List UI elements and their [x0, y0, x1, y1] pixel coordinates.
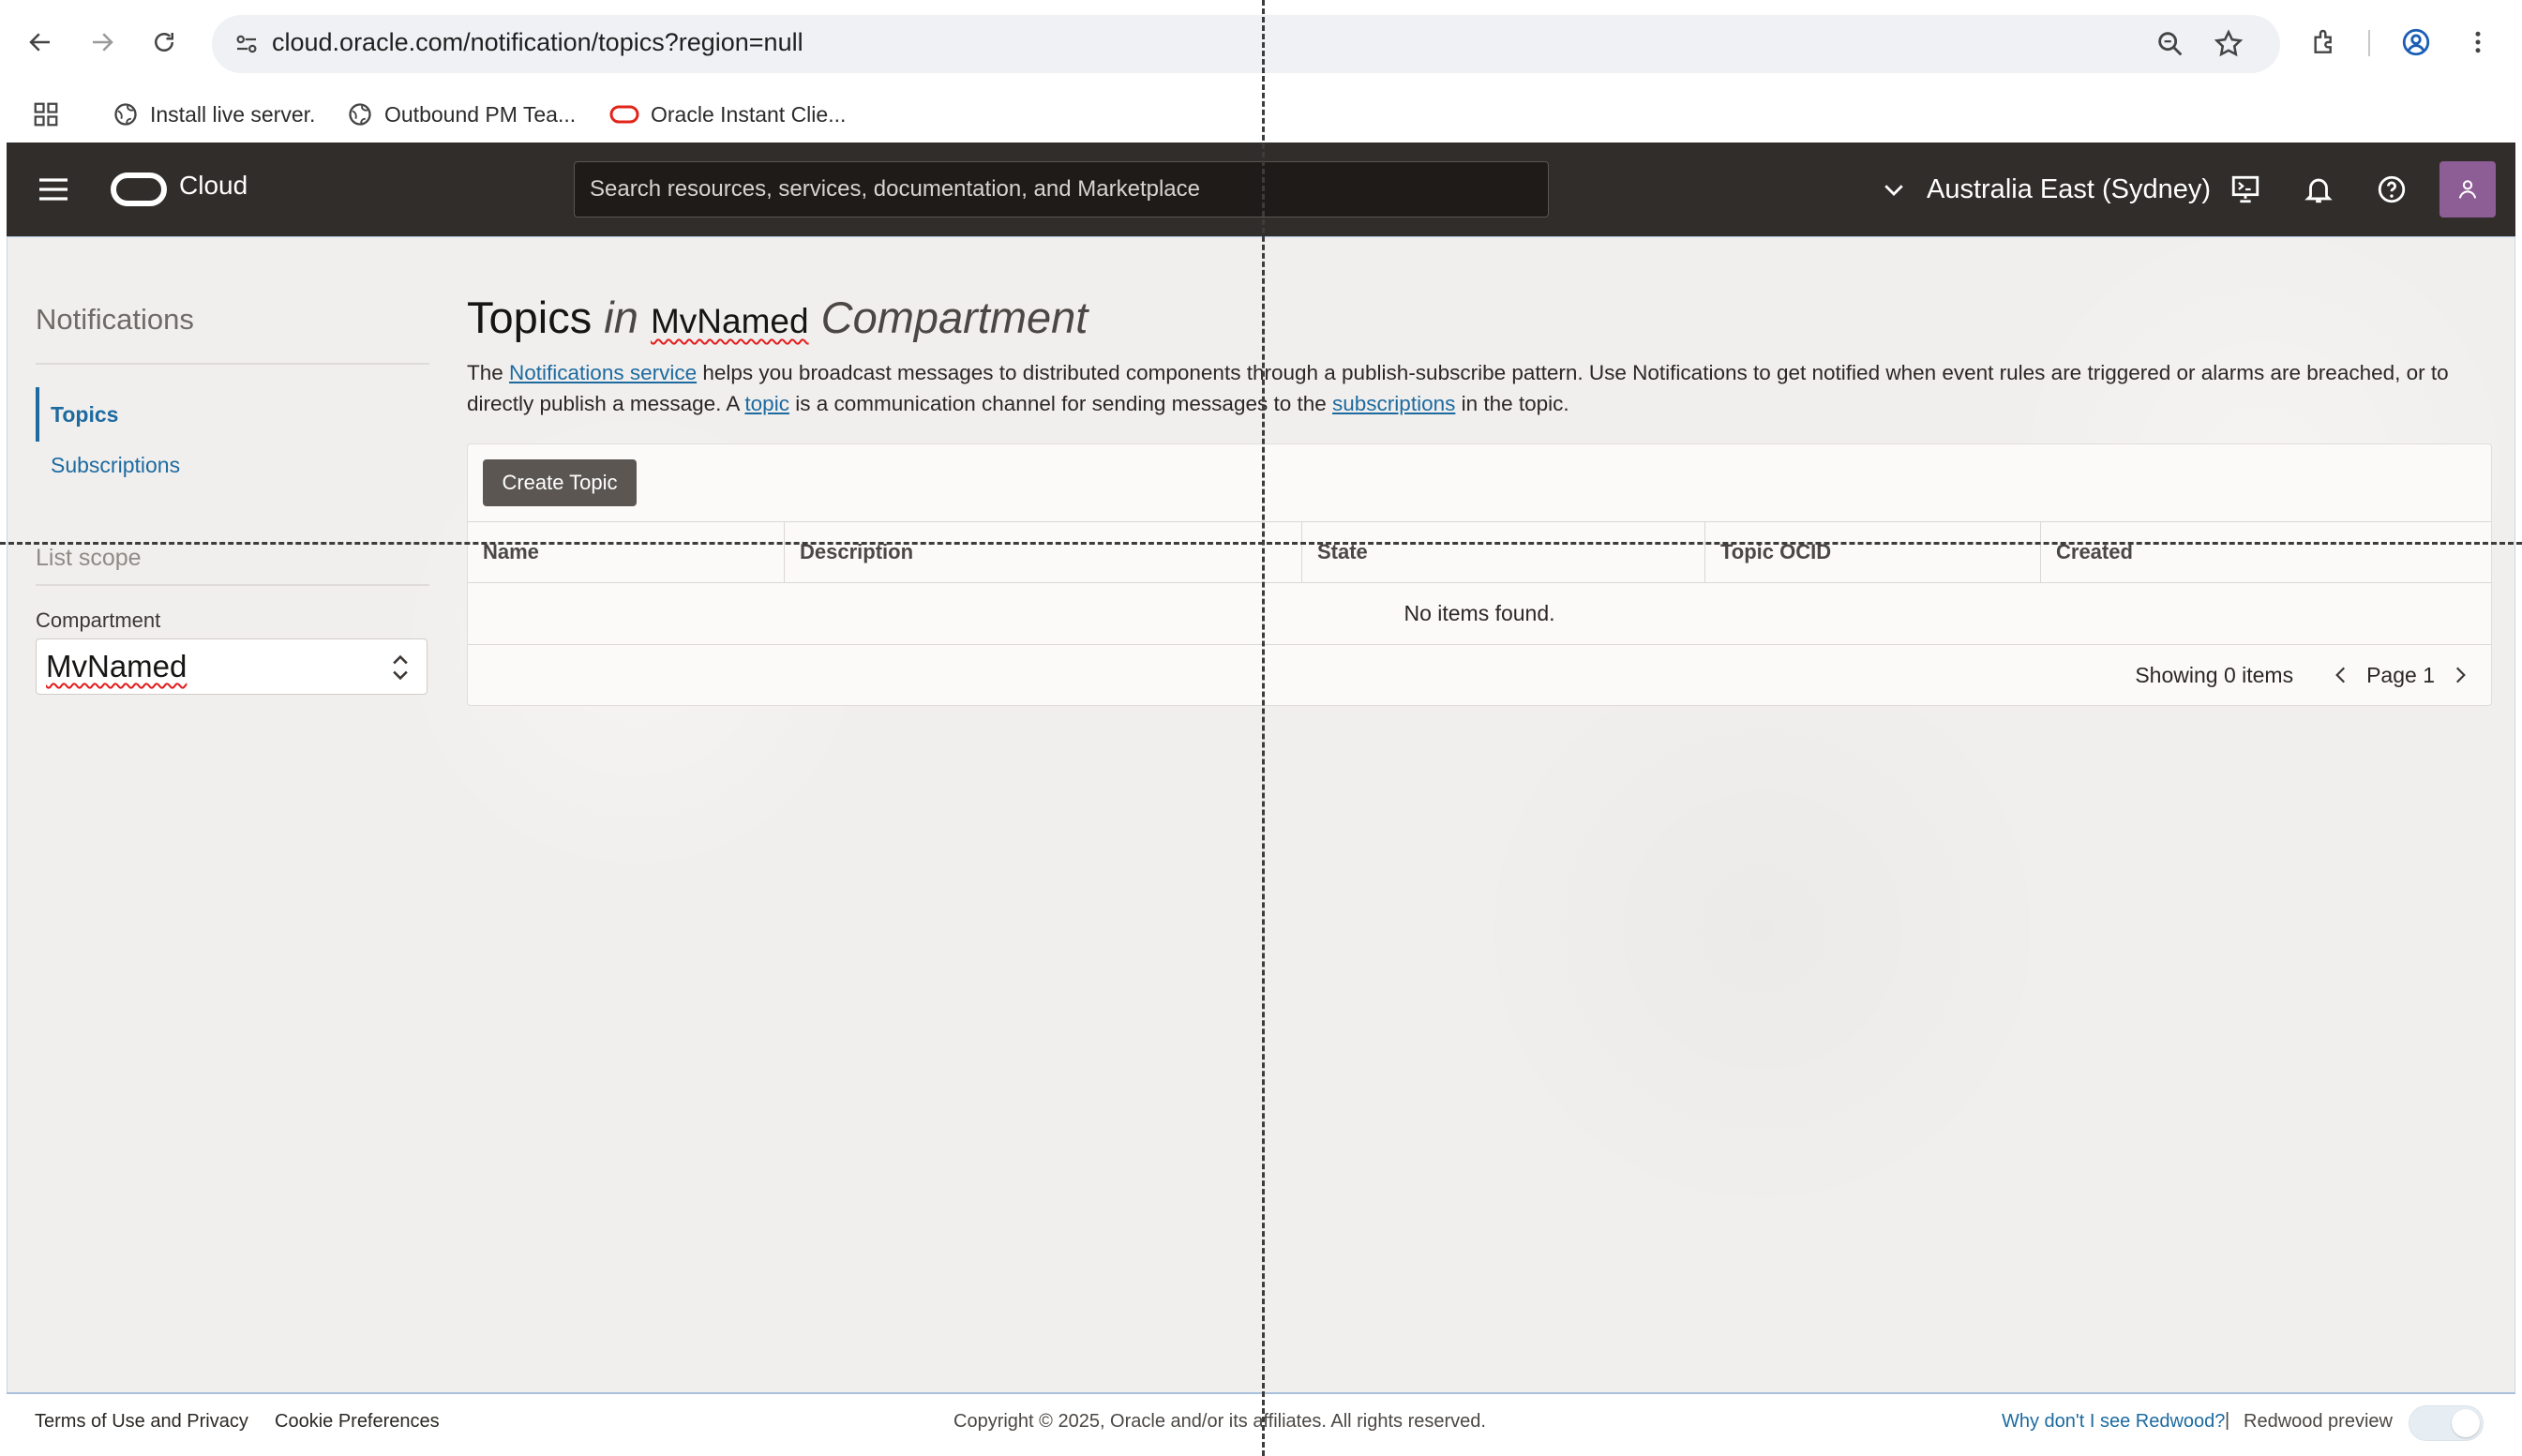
- redwood-preview-label: Redwood preview: [2244, 1411, 2393, 1432]
- why-redwood-link[interactable]: Why don't I see Redwood?: [2002, 1411, 2225, 1433]
- list-scope-heading: List scope: [36, 545, 142, 571]
- bookmark-star-icon[interactable]: [2213, 28, 2244, 60]
- divider: [36, 363, 429, 365]
- bookmark-label: Outbound PM Tea...: [384, 101, 577, 127]
- bookmarks-bar: Install live server. Outbound PM Tea... …: [0, 86, 2522, 143]
- globe-icon: [349, 103, 371, 126]
- page-title: Topics in MvNamed Compartment: [467, 292, 1088, 343]
- sidebar-title: Notifications: [36, 303, 194, 336]
- column-header-topic-ocid[interactable]: Topic OCID: [1705, 522, 2041, 582]
- sidebar-item-subscriptions[interactable]: Subscriptions: [51, 453, 180, 478]
- bookmark-label: Oracle Instant Clie...: [651, 101, 847, 127]
- cloud-shell-icon[interactable]: [2227, 171, 2264, 208]
- page-indicator: Page 1: [2366, 662, 2435, 687]
- separator: |: [2225, 1410, 2230, 1431]
- content-area: Notifications Topics Subscriptions List …: [7, 236, 2515, 1392]
- sidebar-item-topics[interactable]: Topics: [36, 387, 223, 442]
- column-header-description[interactable]: Description: [785, 522, 1302, 582]
- back-arrow-icon[interactable]: [19, 21, 62, 64]
- avatar[interactable]: [2439, 161, 2496, 218]
- chevron-down-icon: [1884, 185, 1903, 196]
- redwood-preview-toggle[interactable]: [2409, 1405, 2484, 1441]
- page-description: The Notifications service helps you broa…: [467, 357, 2492, 419]
- empty-state-row: No items found.: [468, 583, 2491, 645]
- site-settings-icon[interactable]: [233, 30, 261, 58]
- title-prefix: Topics: [467, 293, 593, 342]
- compartment-select[interactable]: MvNamed: [36, 638, 428, 695]
- oracle-logo-icon[interactable]: [110, 171, 168, 208]
- pagination: Showing 0 items Page 1: [2135, 656, 2472, 694]
- copyright-text: Copyright © 2025, Oracle and/or its affi…: [953, 1411, 1486, 1432]
- bookmark-item[interactable]: Oracle Instant Clie...: [609, 96, 846, 133]
- search-input[interactable]: [575, 162, 1548, 217]
- oracle-logo-icon: [609, 105, 639, 124]
- browser-menu-icon[interactable]: [2456, 21, 2499, 64]
- title-suffix: Compartment: [820, 293, 1088, 342]
- user-icon: [2458, 180, 2477, 199]
- address-bar[interactable]: cloud.oracle.com/notification/topics?reg…: [212, 15, 2280, 73]
- title-in: in: [604, 293, 638, 342]
- column-header-state[interactable]: State: [1302, 522, 1705, 582]
- region-label: Australia East (Sydney): [1927, 173, 2212, 204]
- table-header: Name Description State Topic OCID Create…: [468, 521, 2491, 583]
- browser-toolbar: cloud.oracle.com/notification/topics?reg…: [0, 0, 2522, 86]
- compartment-label: Compartment: [36, 608, 161, 632]
- description-text: in the topic.: [1455, 392, 1569, 415]
- bookmark-item[interactable]: Outbound PM Tea...: [347, 96, 576, 133]
- url-text[interactable]: cloud.oracle.com/notification/topics?reg…: [272, 28, 803, 57]
- bookmark-item[interactable]: Install live server.: [113, 96, 315, 133]
- forward-arrow-icon[interactable]: [81, 21, 124, 64]
- extensions-icon[interactable]: [2303, 21, 2346, 64]
- chevron-updown-icon: [393, 654, 408, 681]
- bell-icon[interactable]: [2300, 171, 2337, 208]
- zoom-icon[interactable]: [2154, 28, 2186, 60]
- profile-icon[interactable]: [2394, 21, 2438, 64]
- compartment-value: MvNamed: [46, 649, 188, 683]
- description-text: is a communication channel for sending m…: [788, 392, 1333, 415]
- column-header-name[interactable]: Name: [468, 522, 785, 582]
- toggle-knob: [2452, 1409, 2480, 1437]
- chevron-left-icon[interactable]: [2329, 663, 2353, 687]
- brand-label[interactable]: Cloud: [179, 171, 248, 201]
- bookmark-label: Install live server.: [150, 101, 316, 127]
- terms-link[interactable]: Terms of Use and Privacy: [35, 1411, 248, 1433]
- bottom-strip: [0, 1448, 2522, 1456]
- apps-grid-icon[interactable]: [32, 96, 60, 133]
- hamburger-menu-icon[interactable]: [35, 171, 72, 208]
- chevron-right-icon[interactable]: [2448, 663, 2472, 687]
- help-icon[interactable]: [2373, 171, 2410, 208]
- create-topic-button[interactable]: Create Topic: [483, 459, 637, 506]
- console-header: Cloud Australia East (Sydney): [7, 143, 2515, 236]
- region-selector[interactable]: Australia East (Sydney): [1880, 167, 2211, 212]
- globe-icon: [114, 103, 137, 126]
- page-footer: Terms of Use and Privacy Cookie Preferen…: [7, 1392, 2515, 1448]
- global-search[interactable]: [574, 161, 1549, 218]
- subscriptions-link[interactable]: subscriptions: [1332, 392, 1455, 415]
- title-compartment: MvNamed: [650, 302, 809, 340]
- topics-table-panel: Create Topic Name Description State Topi…: [467, 443, 2492, 706]
- item-count: Showing 0 items: [2135, 662, 2294, 687]
- toolbar-divider: [2368, 30, 2370, 56]
- topic-link[interactable]: topic: [744, 392, 789, 415]
- reload-icon[interactable]: [143, 21, 186, 64]
- divider: [36, 584, 429, 586]
- description-text: The: [467, 361, 510, 384]
- cookie-preferences-link[interactable]: Cookie Preferences: [275, 1411, 440, 1433]
- notifications-service-link[interactable]: Notifications service: [509, 361, 697, 384]
- column-header-created[interactable]: Created: [2041, 522, 2491, 582]
